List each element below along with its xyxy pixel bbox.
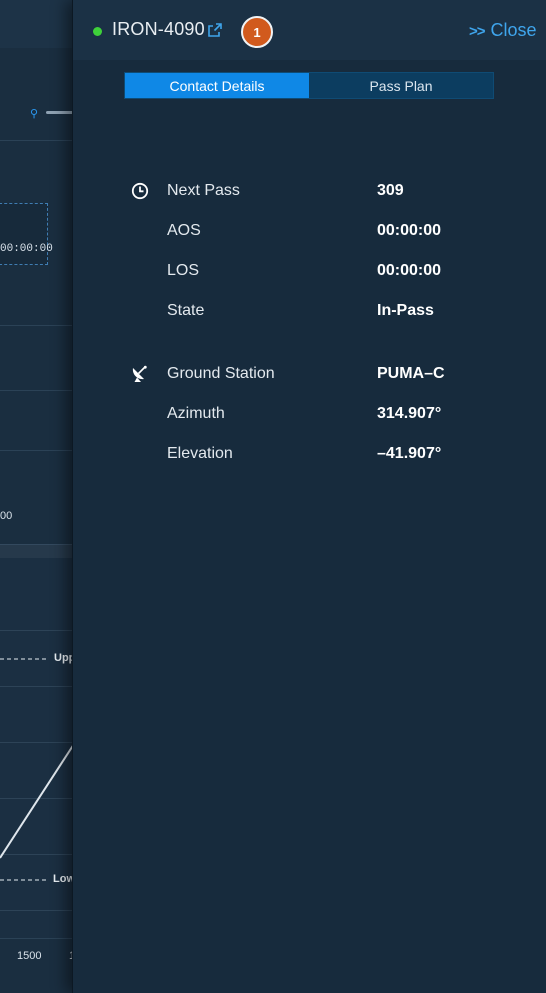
background-footer: [0, 938, 80, 993]
detail-row-state: State In-Pass: [73, 300, 546, 324]
clock-icon: [131, 182, 149, 200]
data-series-line: [0, 743, 75, 859]
app-root: ⚲ 00:00:00 00 Upp Low 1500 1: [0, 0, 546, 993]
detail-value: PUMA–C: [377, 365, 445, 382]
tab-contact-details[interactable]: Contact Details: [125, 73, 309, 98]
contact-details-panel: IRON-4090 1 >> Close Contact Details Pass…: [72, 0, 546, 993]
divider: [0, 450, 80, 451]
detail-row-azimuth: Azimuth 314.907°: [73, 403, 546, 427]
background-header: [0, 0, 80, 49]
detail-value: –41.907°: [377, 445, 442, 462]
x-axis-tick-label: 1500: [17, 950, 42, 962]
status-indicator-dot: [93, 27, 102, 36]
zoom-search-icon[interactable]: ⚲: [30, 107, 38, 120]
detail-label: Elevation: [167, 445, 233, 462]
detail-label: Azimuth: [167, 405, 225, 422]
detail-row-aos: AOS 00:00:00: [73, 220, 546, 244]
close-label: Close: [490, 20, 537, 40]
detail-value: 00:00:00: [377, 222, 442, 239]
panel-header: IRON-4090 1 >> Close: [73, 0, 546, 60]
detail-row-next-pass: Next Pass 309: [73, 180, 546, 204]
background-toolbar: [0, 48, 80, 141]
detail-value: In-Pass: [377, 302, 434, 319]
detail-label: State: [167, 302, 205, 319]
notification-badge[interactable]: 1: [241, 16, 273, 48]
double-chevron-right-icon: >>: [469, 23, 486, 40]
external-link-icon[interactable]: [207, 22, 223, 38]
time-selection-box[interactable]: [0, 203, 48, 265]
divider: [0, 390, 80, 391]
detail-label: Next Pass: [167, 182, 240, 199]
detail-label: AOS: [167, 222, 201, 239]
section-separator: [0, 544, 80, 559]
detail-row-los: LOS 00:00:00: [73, 260, 546, 284]
time-readout: 00:00:00: [0, 243, 53, 255]
satellite-name: IRON-4090: [112, 19, 205, 39]
panel-tabs: Contact Details Pass Plan: [124, 72, 494, 99]
detail-row-ground-station: Ground Station PUMA–C: [73, 363, 546, 387]
divider: [0, 325, 80, 326]
detail-label: Ground Station: [167, 365, 275, 382]
satellite-dish-icon: [132, 365, 147, 382]
detail-row-elevation: Elevation –41.907°: [73, 443, 546, 467]
detail-value: 314.907°: [377, 405, 442, 422]
timeline-tick-label: 00: [0, 510, 13, 522]
tab-pass-plan[interactable]: Pass Plan: [309, 73, 493, 98]
background-chart: Upp Low: [0, 558, 80, 938]
close-button[interactable]: >> Close: [469, 20, 537, 41]
background-app: ⚲ 00:00:00 00 Upp Low 1500 1: [0, 0, 80, 993]
detail-value: 00:00:00: [377, 262, 442, 279]
detail-label: LOS: [167, 262, 200, 279]
detail-value: 309: [377, 182, 404, 199]
